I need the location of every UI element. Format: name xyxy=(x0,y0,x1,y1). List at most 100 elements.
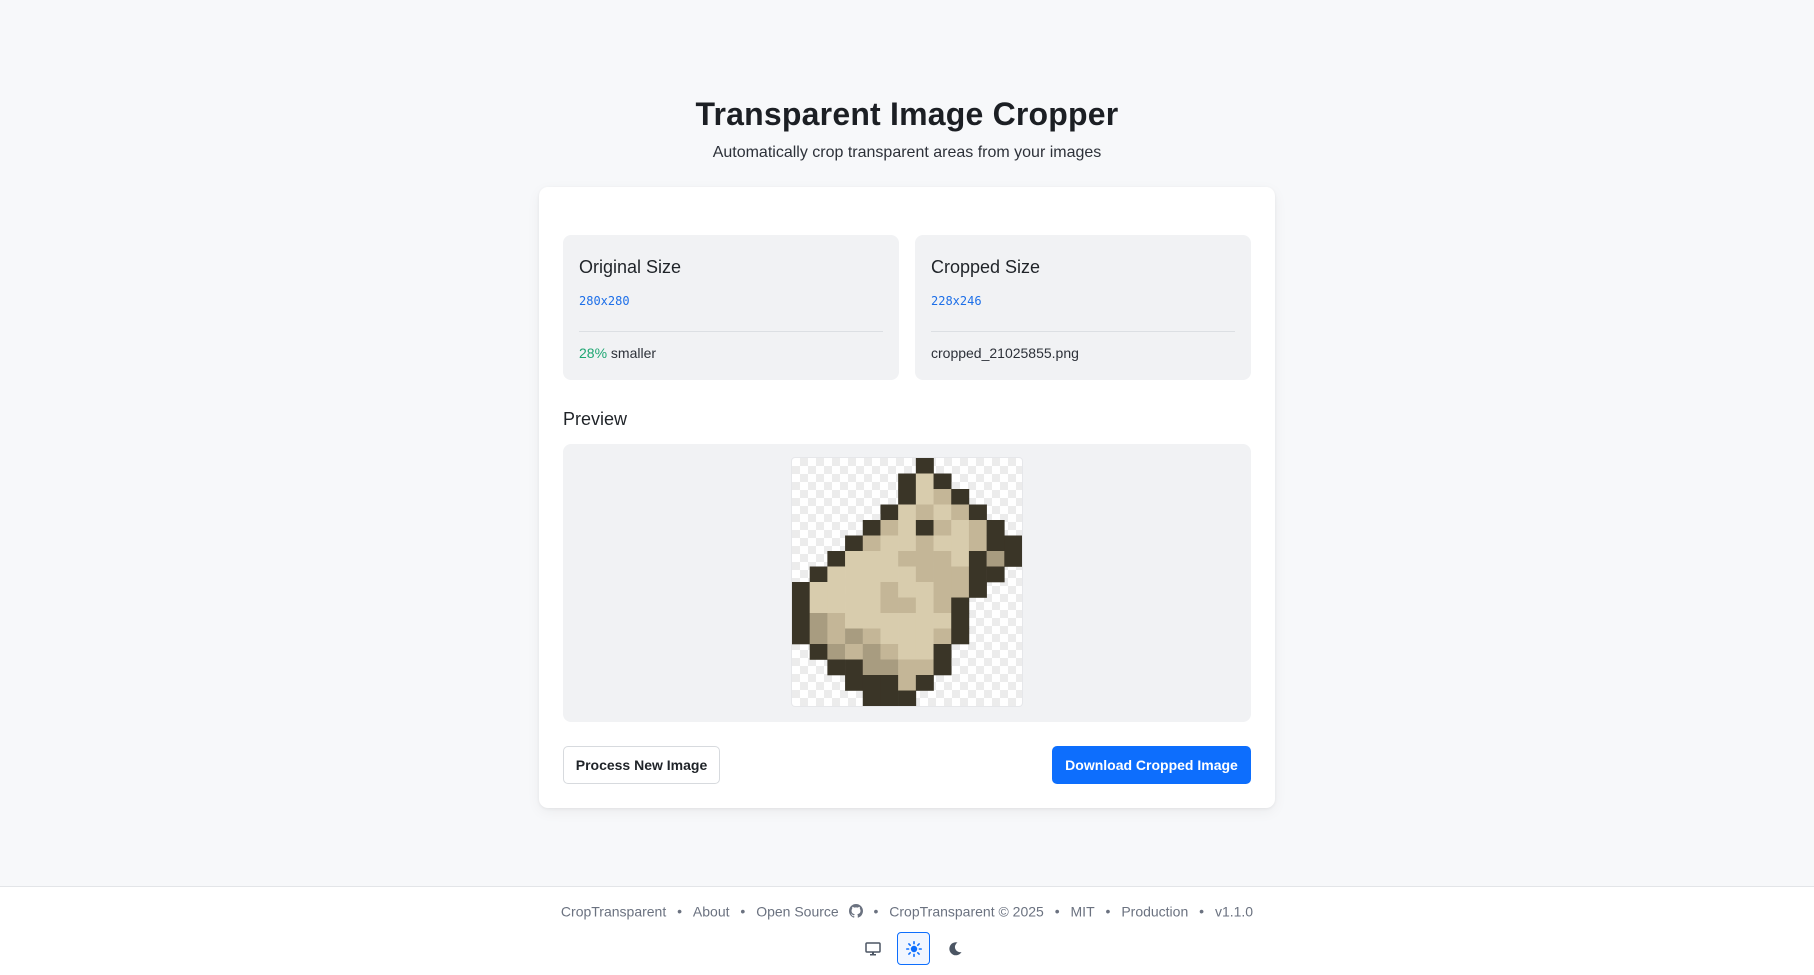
pixel xyxy=(862,628,881,645)
footer-link-croptransparent[interactable]: CropTransparent xyxy=(561,903,666,919)
pixel xyxy=(986,535,1005,552)
pixel xyxy=(880,644,899,660)
pixel xyxy=(933,566,952,583)
pixel xyxy=(951,520,970,536)
footer-link-about[interactable]: About xyxy=(693,903,730,919)
footer-separator: • xyxy=(677,903,683,920)
pixel xyxy=(933,489,952,505)
pixel xyxy=(1004,535,1022,552)
pixel xyxy=(898,690,917,706)
divider xyxy=(579,331,883,332)
pixel xyxy=(951,597,970,614)
pixel xyxy=(968,566,987,583)
reduction-suffix: smaller xyxy=(610,345,657,361)
pixel xyxy=(845,566,864,583)
result-card: Original Size 280x280 28% smaller Croppe… xyxy=(539,187,1275,808)
pixel xyxy=(933,597,952,614)
pixel xyxy=(880,659,899,676)
monitor-icon xyxy=(864,941,881,955)
pixel xyxy=(880,597,899,614)
pixel xyxy=(809,644,828,660)
pixel xyxy=(809,613,828,629)
footer-link-open-source[interactable]: Open Source xyxy=(756,903,839,919)
pixel xyxy=(827,597,846,614)
pixel xyxy=(898,504,917,521)
pixel xyxy=(845,551,864,567)
pixel xyxy=(827,644,846,660)
moon-icon xyxy=(948,941,961,955)
pixel xyxy=(898,489,917,505)
pixel xyxy=(898,566,917,583)
pixel xyxy=(1004,551,1022,567)
pixel xyxy=(968,520,987,536)
pixel xyxy=(845,659,864,676)
pixel xyxy=(951,535,970,552)
pixel xyxy=(880,628,899,645)
cropped-size-panel: Cropped Size 228x246 cropped_21025855.pn… xyxy=(915,235,1251,380)
pixel xyxy=(845,644,864,660)
pixel xyxy=(915,628,934,645)
pixel xyxy=(792,628,810,645)
pixel xyxy=(915,489,934,505)
pixel xyxy=(862,675,881,691)
pixel xyxy=(915,551,934,567)
pixel xyxy=(827,551,846,567)
theme-switcher xyxy=(856,932,971,965)
pixel xyxy=(862,613,881,629)
theme-dark-button[interactable] xyxy=(938,932,971,965)
pixel xyxy=(933,628,952,645)
pixel xyxy=(845,613,864,629)
pixel xyxy=(915,659,934,676)
github-icon[interactable] xyxy=(848,904,863,918)
pixel xyxy=(898,520,917,536)
pixel xyxy=(968,504,987,521)
pixel xyxy=(933,473,952,490)
pixel xyxy=(951,628,970,645)
theme-light-button[interactable] xyxy=(897,932,930,965)
pixel xyxy=(898,644,917,660)
preview-heading: Preview xyxy=(563,409,628,429)
footer-link-license[interactable]: MIT xyxy=(1071,903,1095,919)
pixel xyxy=(880,675,899,691)
pixel xyxy=(915,582,934,598)
pixel xyxy=(933,659,952,676)
pixel xyxy=(809,597,828,614)
pixel xyxy=(933,504,952,521)
theme-system-button[interactable] xyxy=(856,932,889,965)
footer: CropTransparent • About • Open Source • … xyxy=(0,886,1814,975)
original-size-panel: Original Size 280x280 28% smaller xyxy=(563,235,899,380)
pixel xyxy=(827,628,846,645)
pixel xyxy=(862,690,881,706)
pixel xyxy=(845,675,864,691)
pixel xyxy=(845,597,864,614)
pixel xyxy=(915,458,934,474)
pixel xyxy=(915,520,934,536)
download-cropped-image-button[interactable]: Download Cropped Image xyxy=(1052,746,1251,784)
pixel xyxy=(880,535,899,552)
pixel xyxy=(968,582,987,598)
reduction-percent: 28% xyxy=(579,345,608,361)
pixel xyxy=(898,659,917,676)
cropped-dimensions: 228x246 xyxy=(931,294,982,308)
footer-separator: • xyxy=(1105,903,1111,920)
pixel xyxy=(915,535,934,552)
pixel xyxy=(809,582,828,598)
process-new-image-button[interactable]: Process New Image xyxy=(563,746,720,784)
pixel xyxy=(862,597,881,614)
pixel xyxy=(827,659,846,676)
pixel xyxy=(933,551,952,567)
pixel xyxy=(898,582,917,598)
pixel xyxy=(862,566,881,583)
page-title: Transparent Image Cropper xyxy=(695,96,1119,132)
pixel xyxy=(986,551,1005,567)
pixel xyxy=(845,535,864,552)
footer-links: CropTransparent • About • Open Source • … xyxy=(0,902,1814,919)
pixel xyxy=(951,566,970,583)
pixel xyxy=(809,566,828,583)
pixel xyxy=(792,597,810,614)
pixel xyxy=(792,613,810,629)
size-reduction: 28% smaller xyxy=(579,345,656,361)
pixel xyxy=(880,520,899,536)
pixel xyxy=(951,613,970,629)
pixel xyxy=(933,582,952,598)
